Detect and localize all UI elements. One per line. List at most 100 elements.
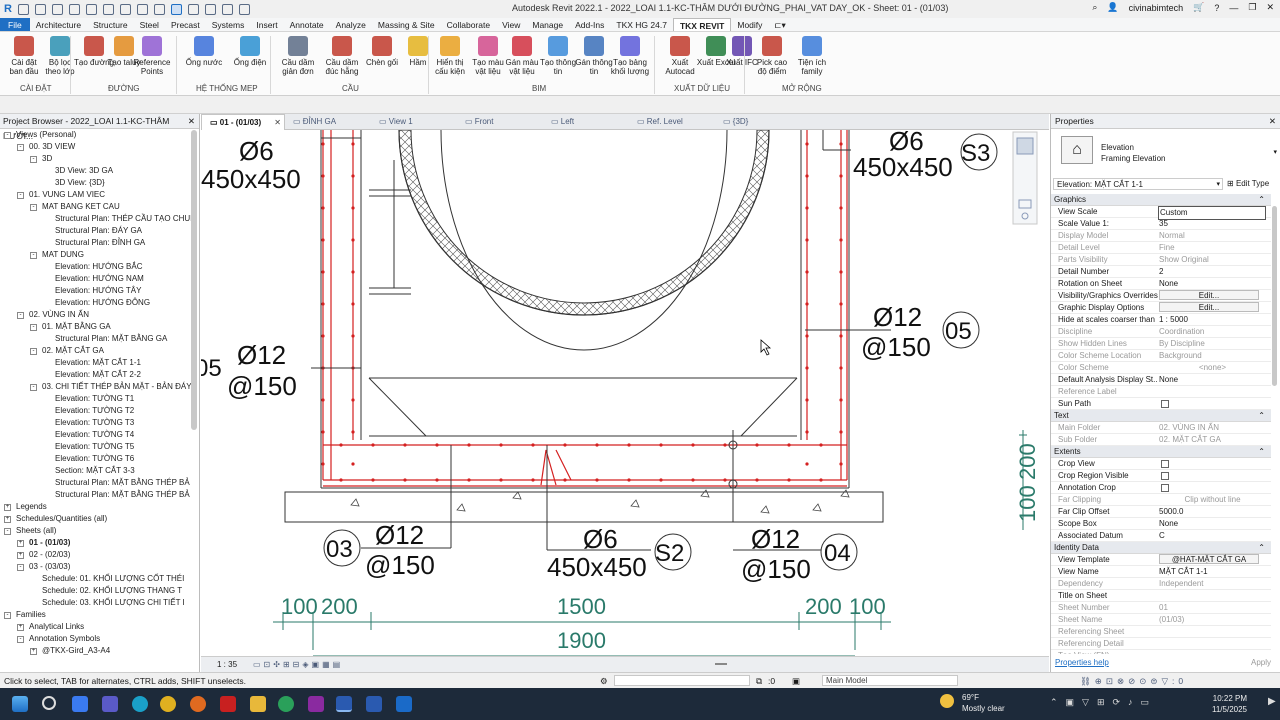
- home-icon[interactable]: [17, 3, 29, 15]
- property-row[interactable]: Display Model Normal: [1051, 230, 1271, 242]
- property-row[interactable]: View Template @HAT-MẶT CẮT GA: [1051, 554, 1271, 566]
- property-value[interactable]: <none>: [1158, 362, 1266, 374]
- menu-precast[interactable]: Precast: [165, 18, 206, 31]
- browser-item[interactable]: Elevation: TƯỜNG T3: [0, 417, 199, 429]
- property-value[interactable]: Clip without line: [1158, 494, 1266, 506]
- app-green-icon[interactable]: [278, 696, 294, 712]
- type-selector[interactable]: ⌂ Elevation Framing Elevation ▾: [1051, 130, 1279, 172]
- electric-pipe-button[interactable]: Ống điện: [230, 36, 270, 67]
- app-purple-icon[interactable]: [308, 696, 324, 712]
- property-row[interactable]: Scope Box None: [1051, 518, 1271, 530]
- browser-item[interactable]: Section: MẶT CẮT 3-3: [0, 465, 199, 477]
- acrobat-app-icon[interactable]: [220, 696, 236, 712]
- browser-scrollbar[interactable]: [191, 130, 197, 430]
- show-desktop[interactable]: ▶: [1268, 696, 1278, 712]
- edge-app-icon[interactable]: [132, 696, 148, 712]
- property-group-header[interactable]: Graphics ⌃: [1051, 194, 1271, 206]
- browser-item[interactable]: Structural Plan: MẶT BẰNG THÉP BẢ: [0, 477, 199, 489]
- property-checkbox[interactable]: [1161, 471, 1169, 480]
- insert-bearing-button[interactable]: Chèn gối: [362, 36, 402, 67]
- export-autocad-button[interactable]: Xuất Autocad: [660, 36, 700, 76]
- assign-material-color-button[interactable]: Gán màu vật liệu: [502, 36, 542, 76]
- collapse-icon[interactable]: -: [30, 384, 37, 391]
- browser-item[interactable]: Elevation: TƯỜNG T1: [0, 393, 199, 405]
- teams-app-icon[interactable]: [102, 696, 118, 712]
- collapse-icon[interactable]: ⌃: [1258, 194, 1265, 206]
- property-value[interactable]: Normal: [1158, 230, 1266, 242]
- view-tab[interactable]: ▭ ĐỈNH GA: [285, 114, 371, 130]
- view-tab[interactable]: ▭ Left: [543, 114, 629, 130]
- close-icon[interactable]: ✕: [1269, 114, 1276, 129]
- open-icon[interactable]: [34, 3, 46, 15]
- property-row[interactable]: Sun Path: [1051, 398, 1271, 410]
- revit-app-2-icon[interactable]: [366, 696, 382, 712]
- properties-scrollbar[interactable]: [1272, 206, 1277, 386]
- property-value[interactable]: [1158, 470, 1266, 482]
- revit-logo-icon[interactable]: R: [4, 3, 12, 15]
- cart-icon[interactable]: 🛒: [1193, 2, 1204, 13]
- browser-item[interactable]: - Families: [0, 609, 199, 621]
- property-value[interactable]: By Discipline: [1158, 338, 1266, 350]
- property-value[interactable]: Edit...: [1158, 302, 1266, 314]
- browser-item[interactable]: - MAT BANG KET CAU: [0, 201, 199, 213]
- property-row[interactable]: Reference Label: [1051, 386, 1271, 398]
- browser-item[interactable]: 3D View: {3D}: [0, 177, 199, 189]
- property-row[interactable]: View Name MẶT CẮT 1-1: [1051, 566, 1271, 578]
- browser-item[interactable]: Elevation: TƯỜNG T2: [0, 405, 199, 417]
- selection-filter-icons[interactable]: ⛓⊕⊡⊗⊘⊙⊜▽:0: [1080, 673, 1187, 689]
- browser-item[interactable]: -01. MẶT BẰNG GA: [0, 321, 199, 333]
- collapse-icon[interactable]: -: [4, 528, 11, 535]
- close-hidden-icon[interactable]: [221, 3, 233, 15]
- browser-item[interactable]: Structural Plan: THÉP CẦU TẠO CHUI: [0, 213, 199, 225]
- browser-item[interactable]: + Analytical Links: [0, 621, 199, 633]
- property-value[interactable]: MẶT CẮT 1-1: [1158, 566, 1266, 578]
- collapse-icon[interactable]: -: [17, 564, 24, 571]
- quantity-table-button[interactable]: Tạo bảng khối lượng: [610, 36, 650, 76]
- collapse-icon[interactable]: ⌃: [1258, 542, 1265, 554]
- browser-item[interactable]: +02 - (02/03): [0, 549, 199, 561]
- property-row[interactable]: Default Analysis Display St... None: [1051, 374, 1271, 386]
- close-icon[interactable]: ✕: [274, 115, 281, 131]
- property-row[interactable]: Visibility/Graphics Overrides Edit...: [1051, 290, 1271, 302]
- property-value[interactable]: [1158, 458, 1266, 470]
- close-icon[interactable]: ✕: [188, 114, 195, 129]
- property-group-header[interactable]: Extents ⌃: [1051, 446, 1271, 458]
- property-row[interactable]: Main Folder 02. VÙNG IN ẤN: [1051, 422, 1271, 434]
- property-value[interactable]: 02. MẶT CẮT GA: [1158, 434, 1266, 446]
- menu-add-ins[interactable]: Add-Ins: [569, 18, 610, 31]
- property-row[interactable]: Annotation Crop: [1051, 482, 1271, 494]
- browser-item[interactable]: -01. VUNG LAM VIEC: [0, 189, 199, 201]
- section-icon[interactable]: [204, 3, 216, 15]
- property-row[interactable]: Scale Value 1: 35: [1051, 218, 1271, 230]
- windows-start-icon[interactable]: [12, 696, 28, 712]
- browser-item[interactable]: Elevation: HƯỚNG TÂY: [0, 285, 199, 297]
- revit-app-icon[interactable]: [336, 696, 352, 712]
- browser-item[interactable]: Schedule: 02. KHỐI LƯỢNG THANG T: [0, 585, 199, 597]
- property-row[interactable]: Dependency Independent: [1051, 578, 1271, 590]
- browser-item[interactable]: Structural Plan: ĐỈNH GA: [0, 237, 199, 249]
- view-scale[interactable]: 1 : 35: [217, 660, 237, 669]
- switch-windows-icon[interactable]: [238, 3, 250, 15]
- browser-item[interactable]: + Schedules/Quantities (all): [0, 513, 199, 525]
- collapse-icon[interactable]: -: [30, 324, 37, 331]
- property-row[interactable]: Color Scheme <none>: [1051, 362, 1271, 374]
- chrome-app-icon[interactable]: [160, 696, 176, 712]
- collapse-icon[interactable]: -: [17, 636, 24, 643]
- menu-file[interactable]: File: [0, 18, 30, 31]
- collapse-icon[interactable]: -: [4, 612, 11, 619]
- view-controls-icons[interactable]: ▭⊡✣⊞⊟◈▣▦▤: [253, 660, 343, 669]
- create-info-button[interactable]: Tạo thông tin: [538, 36, 578, 76]
- view-tab[interactable]: ▭ View 1: [371, 114, 457, 130]
- property-row[interactable]: Crop Region Visible: [1051, 470, 1271, 482]
- property-value[interactable]: None: [1158, 374, 1266, 386]
- browser-item[interactable]: Elevation: MẶT CẮT 2-2: [0, 369, 199, 381]
- firefox-app-icon[interactable]: [190, 696, 206, 712]
- settings-button[interactable]: Cài đặt ban đầu: [4, 36, 44, 76]
- property-value[interactable]: (01/03): [1158, 614, 1266, 626]
- browser-item[interactable]: - Annotation Symbols: [0, 633, 199, 645]
- property-value[interactable]: [1158, 398, 1266, 410]
- collapse-icon[interactable]: -: [17, 312, 24, 319]
- collapse-icon[interactable]: -: [17, 192, 24, 199]
- property-edit-button[interactable]: Edit...: [1159, 290, 1259, 300]
- zoom-app-icon[interactable]: [72, 696, 88, 712]
